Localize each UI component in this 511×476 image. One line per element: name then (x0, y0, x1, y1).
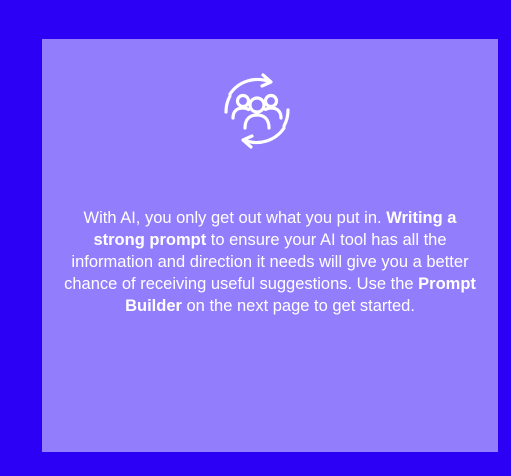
page-background: { "icon": { "name": "team-cycle-icon", "… (0, 0, 511, 476)
intro-text-part1: With AI, you only get out what you put i… (83, 209, 387, 227)
team-cycle-icon (216, 70, 298, 152)
intro-text-part3: on the next page to get started. (181, 297, 415, 315)
intro-paragraph: With AI, you only get out what you put i… (60, 207, 480, 317)
